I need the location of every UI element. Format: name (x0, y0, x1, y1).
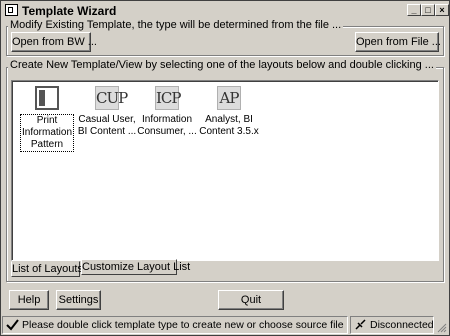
minimize-button[interactable]: _ (407, 4, 421, 16)
tab-list-of-layouts[interactable]: List of Layouts (11, 261, 83, 277)
quit-label: Quit (240, 294, 262, 306)
layout-label-line: Information (21, 127, 73, 138)
status-message-cell: Please double click template type to cre… (2, 316, 348, 334)
layout-label-line: Information (141, 114, 193, 125)
window-title: Template Wizard (22, 4, 117, 18)
layouts-list-panel[interactable]: Print Information Pattern CUP Casual Use… (11, 80, 439, 261)
layout-label-line: Consumer, ... (137, 126, 197, 137)
layout-label-line: Pattern (30, 139, 64, 150)
print-pattern-icon (35, 86, 59, 110)
open-from-file-label: Open from File ... (356, 36, 441, 48)
checkmark-icon (6, 319, 19, 331)
ap-icon: AP (217, 86, 241, 110)
layout-item-information-consumer[interactable]: ICP Information Consumer, ... (137, 86, 197, 138)
connection-status-cell: Disconnected (350, 316, 434, 334)
open-from-bw-button[interactable]: Open from BW ... (11, 32, 97, 52)
status-message: Please double click template type to cre… (22, 319, 344, 331)
app-window-icon (5, 4, 18, 16)
layout-label-line: Print (36, 115, 58, 126)
tab-customize-layout-list[interactable]: Customize Layout List (81, 259, 190, 275)
layout-label-line: Analyst, BI (205, 114, 253, 125)
quit-button[interactable]: Quit (218, 290, 284, 310)
close-button[interactable]: × (435, 4, 449, 16)
connection-status: Disconnected (370, 319, 434, 331)
create-group-label: Create New Template/View by selecting on… (8, 59, 436, 71)
layout-item-analyst[interactable]: AP Analyst, BI Content 3.5.x (197, 86, 261, 138)
modify-group-label: Modify Existing Template, the type will … (8, 19, 344, 31)
title-bar[interactable]: Template Wizard _ □ × (2, 2, 449, 19)
layout-item-print-information-pattern[interactable]: Print Information Pattern (17, 86, 77, 152)
open-from-bw-label: Open from BW ... (12, 36, 97, 48)
layout-label-line: Content 3.5.x (199, 126, 259, 137)
settings-button[interactable]: Settings (56, 290, 101, 310)
open-from-file-button[interactable]: Open from File ... (355, 32, 441, 52)
layout-label-line: BI Content ... (77, 126, 137, 137)
resize-grip-icon[interactable] (436, 322, 447, 333)
icp-icon: ICP (155, 86, 182, 110)
help-label: Help (17, 294, 41, 306)
cup-icon: CUP (95, 86, 128, 110)
layout-label-line: Casual User, (78, 114, 136, 125)
layout-item-casual-user[interactable]: CUP Casual User, BI Content ... (77, 86, 137, 138)
settings-label: Settings (58, 294, 99, 306)
maximize-button[interactable]: □ (421, 4, 435, 16)
disconnected-plug-icon (355, 319, 366, 330)
help-button[interactable]: Help (9, 290, 49, 310)
